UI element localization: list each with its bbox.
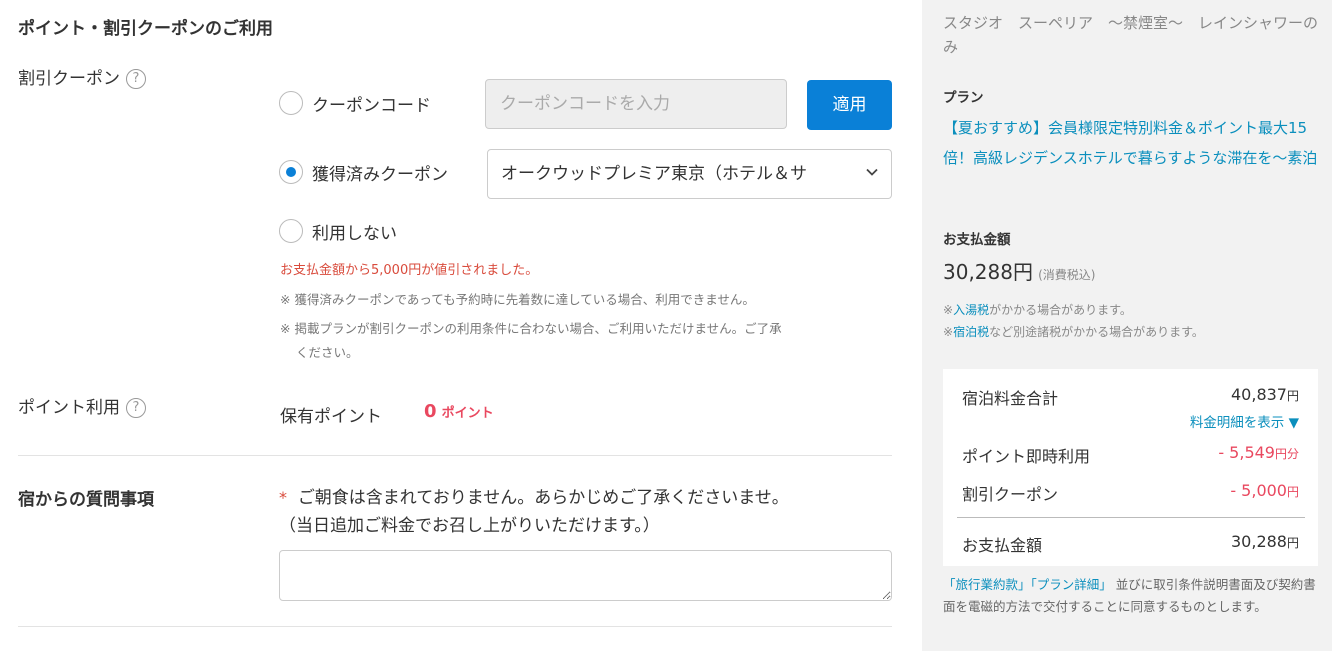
coupon-code-input[interactable] (485, 79, 787, 129)
held-points-unit: ポイント (441, 406, 494, 421)
price-detail-link[interactable]: 料金明細を表示 ▼ (1190, 411, 1299, 431)
acquired-coupon-radio-label[interactable]: 獲得済みクーポン (312, 160, 448, 185)
held-points: 0 ポイント (424, 401, 494, 422)
chevron-down-icon (866, 168, 878, 176)
coupon-code-radio-label[interactable]: クーポンコード (312, 91, 431, 116)
question-section-title: 宿からの質問事項 (18, 490, 154, 510)
total-label: お支払金額 (943, 232, 1011, 248)
coupon-select[interactable]: オークウッドプレミア東京（ホテル＆サ (487, 149, 892, 199)
coupon-label: 割引クーポン (18, 69, 120, 89)
question-text: * ご朝食は含まれておりません。あらかじめご了承くださいませ。 （当日追加ご料金… (279, 484, 899, 540)
total-tax-note: (消費税込) (1038, 268, 1096, 282)
held-points-value: 0 (424, 401, 437, 422)
section-title-points-coupons: ポイント・割引クーポンのご利用 (18, 19, 273, 39)
apply-button[interactable]: 適用 (807, 80, 892, 130)
plan-label: プラン (943, 90, 984, 106)
coupon-discount-label: 割引クーポン (962, 485, 1059, 504)
coupon-select-value: オークウッドプレミア東京（ホテル＆サ (501, 164, 807, 184)
coupon-note: ください。 (296, 345, 359, 360)
plan-name-link[interactable]: 【夏おすすめ】会員様限定特別料金＆ポイント最大15倍！高級レジデンスホテルで暮ら… (943, 113, 1321, 173)
question-line-2: （当日追加ご料金でお召し上がりいただけます。） (279, 516, 660, 536)
divider (18, 455, 892, 456)
help-icon[interactable]: ? (126, 398, 146, 418)
room-total-value: 40,837円 (1231, 385, 1299, 404)
no-coupon-radio-label[interactable]: 利用しない (312, 219, 397, 244)
travel-terms-link[interactable]: 「旅行業約款」 (943, 577, 1031, 592)
points-label: ポイント利用 (18, 398, 120, 418)
coupon-note: ※ 獲得済みクーポンであっても予約時に先着数に達している場合、利用できません。 (280, 292, 755, 307)
tax-note-2: ※宿泊税など別途諸税がかかる場合があります。 (943, 325, 1204, 339)
accommodation-tax-link[interactable]: 宿泊税 (953, 325, 989, 339)
agreement-text: 「旅行業約款」「プラン詳細」 並びに取引条件説明書面及び契約書面を電磁的方法で交… (943, 577, 1316, 614)
total-amount: 30,288円 (消費税込) (943, 256, 1095, 285)
coupon-label-row: 割引クーポン? (18, 64, 146, 89)
bathing-tax-link[interactable]: 入湯税 (953, 303, 989, 317)
room-name: スタジオ スーペリア ～禁煙室～ レインシャワーのみ (943, 14, 1319, 56)
coupon-code-radio[interactable] (279, 91, 303, 115)
room-total-label: 宿泊料金合計 (962, 389, 1059, 408)
coupon-discount-value: - 5,000円 (1230, 481, 1299, 500)
discount-message: お支払金額から5,000円が値引されました。 (280, 263, 539, 278)
question-line-1: ご朝食は含まれておりません。あらかじめご了承くださいませ。 (297, 488, 789, 508)
required-asterisk: * (279, 488, 287, 507)
points-use-value: - 5,549円分 (1218, 443, 1299, 462)
pay-total-value: 30,288円 (1231, 532, 1299, 551)
summary-divider (957, 517, 1305, 518)
pay-total-label: お支払金額 (962, 536, 1043, 555)
tax-note-1: ※入湯税がかかる場合があります。 (943, 303, 1132, 317)
no-coupon-radio[interactable] (279, 219, 303, 243)
divider (18, 626, 892, 627)
acquired-coupon-radio[interactable] (279, 160, 303, 184)
plan-detail-link[interactable]: 「プラン詳細」 (1031, 577, 1112, 592)
held-points-label: 保有ポイント (280, 407, 382, 427)
points-use-label: ポイント即時利用 (962, 447, 1091, 466)
coupon-note: ※ 掲載プランが割引クーポンの利用条件に合わない場合、ご利用いただけません。ご了… (280, 321, 782, 336)
help-icon[interactable]: ? (126, 69, 146, 89)
question-answer-input[interactable] (279, 550, 892, 601)
total-value: 30,288円 (943, 260, 1033, 284)
points-label-row: ポイント利用? (18, 393, 146, 418)
